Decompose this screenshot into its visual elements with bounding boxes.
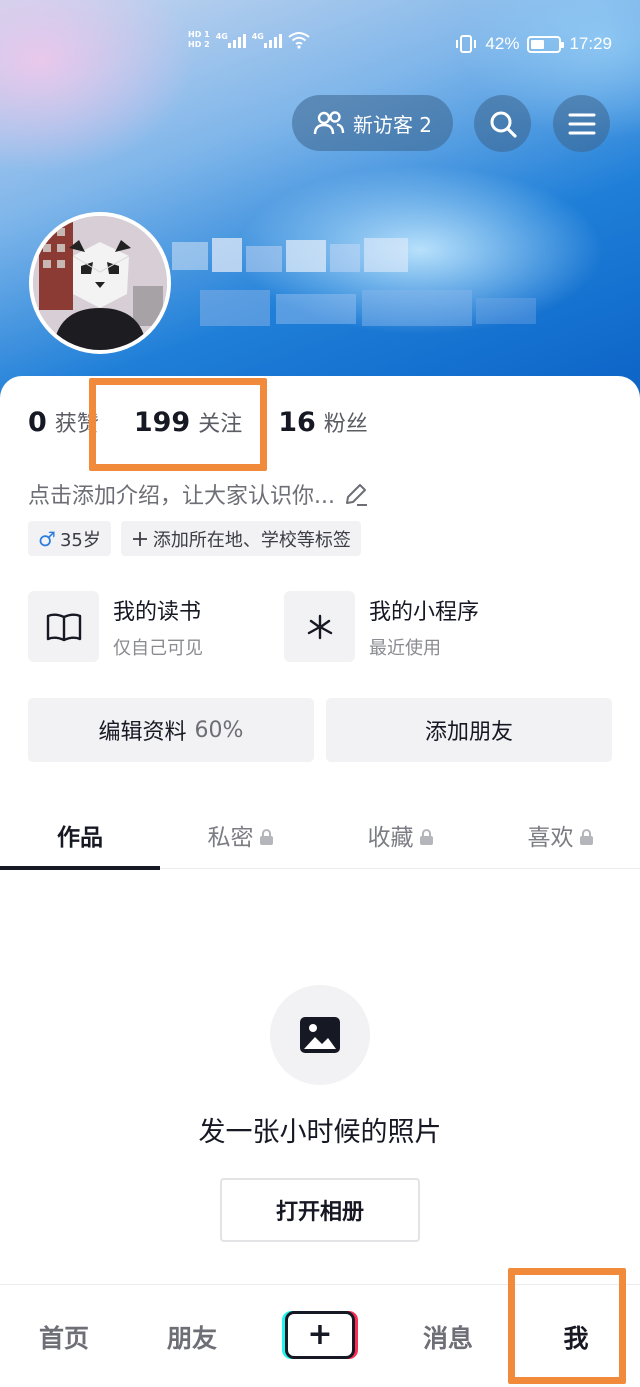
my-mini-programs-entry[interactable]: 我的小程序 最近使用	[284, 591, 479, 662]
vibrate-icon	[456, 35, 477, 53]
blurred-username	[172, 238, 552, 338]
bio-prompt[interactable]: 点击添加介绍，让大家认识你...	[28, 478, 369, 510]
open-album-label: 打开相册	[275, 1200, 364, 1225]
followers-label: 粉丝	[323, 412, 368, 437]
avatar-image	[33, 216, 167, 350]
visitors-icon	[313, 111, 345, 135]
nav-messages[interactable]: 消息	[398, 1285, 498, 1387]
content-tabs: 作品 私密 收藏 喜欢	[0, 800, 640, 870]
hd1-label: HD 1	[188, 30, 210, 39]
nav-me-label: 我	[563, 1323, 589, 1353]
network-type-1: 4G	[215, 32, 228, 41]
edit-icon	[345, 484, 367, 506]
tab-likes-label: 喜欢	[527, 824, 574, 851]
profile-stats: 0 获赞 199 关注 16 粉丝	[28, 406, 368, 438]
nav-home-label: 首页	[38, 1323, 89, 1353]
following-count: 199	[133, 407, 191, 438]
plus-icon	[132, 531, 147, 546]
add-friend-button[interactable]: 添加朋友	[326, 698, 612, 762]
signal-icon-2: 4G	[252, 32, 282, 48]
lock-icon	[579, 828, 593, 845]
stat-followers[interactable]: 16 粉丝	[278, 406, 368, 438]
tab-works[interactable]: 作品	[0, 800, 160, 870]
profile-tags: ♂ 35岁 添加所在地、学校等标签	[28, 521, 361, 556]
stat-following[interactable]: 199 关注	[134, 406, 242, 438]
male-icon: ♂	[38, 526, 56, 551]
create-button[interactable]: +	[285, 1311, 355, 1359]
tab-works-label: 作品	[57, 824, 103, 851]
status-left: HD 1 HD 2 4G 4G	[188, 30, 310, 50]
nav-me[interactable]: 我	[526, 1285, 626, 1387]
edit-profile-button[interactable]: 编辑资料 60%	[28, 698, 314, 762]
likes-count: 0	[28, 407, 47, 438]
status-bar: HD 1 HD 2 4G 4G 42% 17:29	[0, 28, 640, 64]
tab-favorites[interactable]: 收藏	[320, 800, 480, 869]
mini-program-icon	[284, 591, 355, 662]
image-icon	[270, 985, 370, 1085]
my-reading-subtitle: 仅自己可见	[113, 637, 203, 659]
tab-private[interactable]: 私密	[160, 800, 320, 869]
hd2-label: HD 2	[188, 40, 210, 49]
my-mini-programs-title: 我的小程序	[369, 599, 480, 625]
battery-icon	[527, 35, 565, 53]
new-visitors-label: 新访客 2	[352, 112, 433, 137]
tab-likes[interactable]: 喜欢	[480, 800, 640, 869]
my-mini-programs-subtitle: 最近使用	[369, 637, 441, 659]
search-icon	[490, 111, 517, 138]
edit-profile-percent: 60%	[194, 717, 244, 743]
followers-count: 16	[278, 407, 316, 438]
tab-favorites-label: 收藏	[367, 824, 414, 851]
stat-likes[interactable]: 0 获赞	[28, 406, 99, 438]
nav-friends-label: 朋友	[166, 1323, 217, 1353]
add-tag-label: 添加所在地、学校等标签	[152, 529, 351, 551]
lock-icon	[419, 828, 433, 845]
avatar[interactable]	[29, 212, 171, 354]
edit-profile-label: 编辑资料	[98, 720, 187, 745]
empty-state-text: 发一张小时候的照片	[198, 1117, 442, 1148]
lock-icon	[259, 828, 273, 845]
nav-messages-label: 消息	[422, 1323, 473, 1353]
following-label: 关注	[198, 412, 243, 437]
my-reading-entry[interactable]: 我的读书 仅自己可见	[28, 591, 203, 662]
gender-age-tag[interactable]: ♂ 35岁	[28, 521, 111, 556]
plus-icon: +	[307, 1317, 333, 1352]
signal-icon: 4G	[216, 32, 246, 48]
add-tag-button[interactable]: 添加所在地、学校等标签	[120, 521, 361, 556]
book-icon	[28, 591, 99, 662]
add-friend-label: 添加朋友	[424, 720, 513, 745]
bio-text: 点击添加介绍，让大家认识你...	[28, 484, 335, 509]
hd-indicator: HD 1 HD 2	[188, 30, 210, 50]
status-right: 42% 17:29	[455, 34, 612, 54]
network-type-2: 4G	[251, 32, 264, 41]
new-visitors-button[interactable]: 新访客 2	[292, 95, 453, 151]
profile-page: HD 1 HD 2 4G 4G 42% 17:29 新访客 2 0 获赞 199…	[0, 0, 640, 1387]
tab-private-label: 私密	[207, 824, 254, 851]
clock-time: 17:29	[569, 34, 612, 53]
nav-home[interactable]: 首页	[14, 1285, 114, 1387]
likes-label: 获赞	[54, 412, 99, 437]
nav-friends[interactable]: 朋友	[142, 1285, 242, 1387]
search-button[interactable]	[474, 95, 531, 152]
age-label: 35岁	[59, 529, 101, 551]
battery-percent: 42%	[485, 34, 520, 53]
menu-icon	[568, 113, 595, 134]
menu-button[interactable]	[553, 95, 610, 152]
wifi-icon	[288, 32, 310, 49]
open-album-button[interactable]: 打开相册	[220, 1178, 420, 1242]
my-reading-title: 我的读书	[113, 599, 202, 625]
